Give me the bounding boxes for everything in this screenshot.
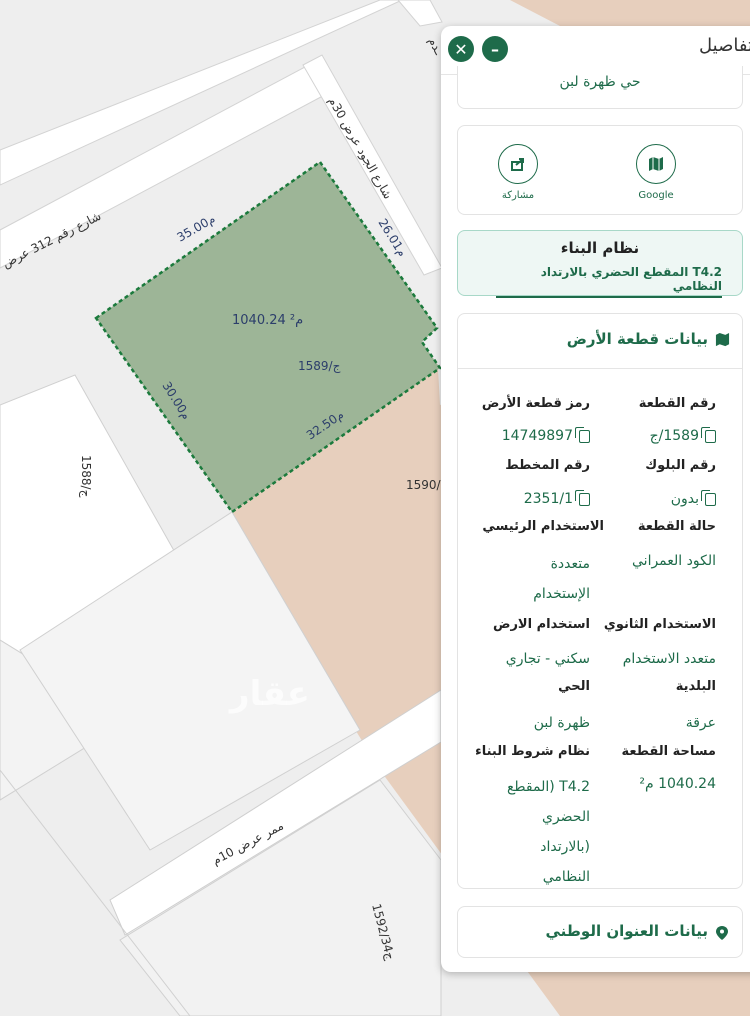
land-section-header[interactable]: بيانات قطعة الأرض — [458, 314, 742, 369]
district-label: الحي — [558, 679, 590, 694]
google-action[interactable]: Google — [626, 144, 686, 201]
close-button[interactable]: ✕ — [448, 36, 474, 62]
share-action[interactable]: مشاركة — [488, 144, 548, 201]
copy-icon[interactable] — [701, 426, 716, 443]
neighbour-west-label: 1588/ج — [79, 455, 93, 498]
copy-icon[interactable] — [701, 489, 716, 506]
municipality-value: عرقة — [685, 715, 716, 731]
address-card[interactable]: بيانات العنوان الوطني — [457, 906, 743, 958]
copy-icon[interactable] — [575, 426, 590, 443]
secondary-use-value: متعدد الاستخدام — [622, 651, 716, 667]
building-system-value: T4.2 المقطع الحضري بالارتداد النظامي — [496, 265, 722, 298]
land-section-title: بيانات قطعة الأرض — [566, 330, 708, 348]
address-section-title: بيانات العنوان الوطني — [545, 922, 709, 940]
minimize-button[interactable]: – — [482, 36, 508, 62]
main-use-label: الاستخدام الرئيسي — [482, 519, 604, 534]
municipality-label: البلدية — [675, 679, 716, 694]
land-code-label: رمز قطعة الأرض — [481, 396, 590, 411]
share-icon — [498, 144, 538, 184]
building-system-title: نظام البناء — [560, 239, 640, 257]
area-label: مساحة القطعة — [621, 744, 716, 759]
share-label: مشاركة — [501, 190, 535, 201]
land-use-value: سكني - تجاري — [505, 651, 590, 667]
district-card: حي ظهرة لبن — [457, 66, 743, 109]
plot-number-value: 1589/ج — [650, 424, 716, 448]
land-code-value: 14749897 — [502, 424, 590, 448]
building-system-card: نظام البناء T4.2 المقطع الحضري بالارتداد… — [457, 230, 743, 298]
watermark-text: عقار — [228, 674, 310, 714]
plan-label: رقم المخطط — [505, 458, 590, 473]
block-value: بدون — [671, 487, 716, 511]
actions-card: Google مشاركة — [457, 125, 743, 215]
secondary-use-label: الاستخدام الثانوي — [603, 617, 716, 632]
map-icon — [636, 144, 676, 184]
district-top-value: حي ظهرة لبن — [559, 74, 641, 90]
details-panel: تفاصيل – ✕ حي ظهرة لبن Google مشاركة نظا… — [441, 26, 750, 972]
land-use-label: استخدام الارض — [492, 617, 590, 632]
district-value: ظهرة لبن — [533, 715, 590, 731]
land-data-card: بيانات قطعة الأرض رقم القطعة 1589/ج رقم … — [457, 313, 743, 889]
panel-title: تفاصيل — [699, 35, 750, 56]
plan-value: 2351/1 — [524, 487, 590, 511]
plot-number-label: رقم القطعة — [638, 396, 716, 411]
parcel-area-label: 1040.24 م² — [232, 313, 303, 328]
google-label: Google — [638, 190, 674, 201]
location-pin-icon — [716, 925, 728, 944]
map-icon — [715, 332, 730, 351]
copy-icon[interactable] — [575, 489, 590, 506]
status-value: الكود العمراني — [632, 553, 716, 569]
block-label: رقم البلوك — [645, 458, 716, 473]
area-value: 1040.24 م² — [639, 776, 716, 792]
building-terms-label: نظام شروط البناء — [475, 744, 590, 759]
parcel-number-label: 1589/ج — [298, 359, 341, 373]
status-label: حالة القطعة — [637, 519, 716, 534]
main-use-value: متعددة الإستخدام — [533, 556, 590, 602]
building-terms-value: T4.2 (المقطع الحضري (بالارتداد النظامي — [506, 779, 590, 885]
